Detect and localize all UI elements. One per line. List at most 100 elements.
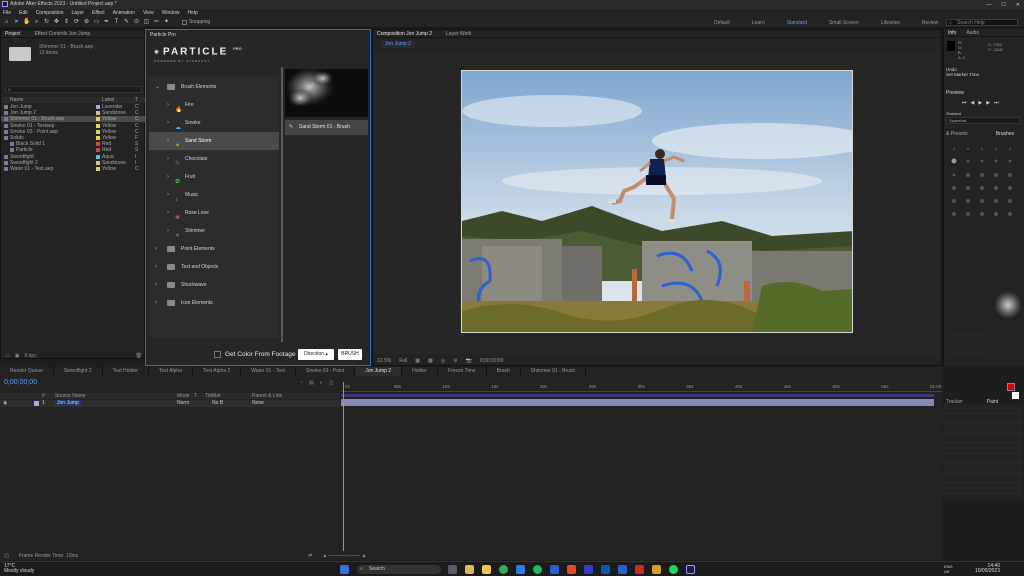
brush-preview-thumbnail[interactable] bbox=[285, 69, 368, 117]
label-swatch[interactable] bbox=[96, 154, 100, 159]
file-explorer-icon[interactable] bbox=[465, 565, 474, 574]
tree-category[interactable]: › Shockwave bbox=[149, 276, 279, 294]
project-item-row[interactable]: Smoke 01 - Textaep Yellow C bbox=[1, 123, 146, 129]
chrome-icon[interactable] bbox=[499, 565, 508, 574]
dolly-tool-icon[interactable]: ⇕ bbox=[63, 19, 70, 26]
column-name[interactable]: Name bbox=[10, 97, 23, 103]
chevron-right-icon[interactable]: › bbox=[167, 222, 169, 240]
anchor-tool-icon[interactable]: ⊕ bbox=[83, 19, 90, 26]
tab-project[interactable]: Project bbox=[5, 31, 21, 37]
brush-tips-grid[interactable] bbox=[950, 145, 1020, 235]
store-icon[interactable] bbox=[550, 565, 559, 574]
tab-layer[interactable]: Layer Work bbox=[446, 31, 471, 37]
layer-duration-bar[interactable] bbox=[341, 399, 934, 406]
workspace-learn[interactable]: Learn bbox=[752, 20, 765, 26]
tab-info[interactable]: Info bbox=[948, 30, 956, 36]
chevron-down-icon[interactable]: ⌄ bbox=[155, 78, 160, 96]
chevron-right-icon[interactable]: › bbox=[167, 168, 169, 186]
direction-dropdown[interactable]: Direction ▴ bbox=[298, 349, 334, 360]
transparency-icon[interactable]: ▩ bbox=[428, 358, 433, 364]
tab-particle-pro[interactable]: Particle Pro bbox=[150, 32, 176, 38]
project-item-row[interactable]: Swordfight 2 Sandstone I bbox=[1, 160, 146, 166]
snapping-checkbox[interactable] bbox=[182, 19, 187, 25]
tree-category[interactable]: ⌄ Brush Elements bbox=[149, 78, 279, 96]
current-time-indicator[interactable] bbox=[343, 382, 344, 551]
type-tool-icon[interactable]: T bbox=[113, 19, 120, 26]
project-item-row[interactable]: Water 01 - Text.aep Yellow C bbox=[1, 166, 146, 172]
chevron-right-icon[interactable]: › bbox=[155, 240, 157, 258]
column-type[interactable]: T bbox=[135, 97, 138, 103]
layer-mode[interactable]: Norm bbox=[177, 400, 189, 406]
brush-tool-icon[interactable]: ✎ bbox=[123, 19, 130, 26]
workspace-review[interactable]: Review bbox=[922, 20, 938, 26]
timeline-tab[interactable]: Swordfight 2 bbox=[54, 367, 103, 376]
folder-icon[interactable] bbox=[482, 565, 491, 574]
get-color-checkbox[interactable] bbox=[214, 351, 221, 358]
chevron-right-icon[interactable]: › bbox=[167, 204, 169, 222]
brush-button[interactable]: BRUSH bbox=[338, 349, 362, 360]
column-t[interactable]: T bbox=[194, 393, 197, 399]
app-icon[interactable] bbox=[567, 565, 576, 574]
menu-composition[interactable]: Composition bbox=[36, 10, 64, 16]
timeline-tab[interactable]: Holder bbox=[402, 367, 438, 376]
acrobat-icon[interactable] bbox=[635, 565, 644, 574]
column-parent[interactable]: Parent & Link bbox=[252, 393, 282, 399]
comp-timecode[interactable]: 0;00;00;00 bbox=[480, 358, 504, 364]
roto-tool-icon[interactable]: ✂ bbox=[153, 19, 160, 26]
tree-element[interactable]: › ☁ Smoke bbox=[149, 114, 279, 132]
minimize-button[interactable]: — bbox=[986, 2, 991, 8]
snapshot-icon[interactable]: 📷 bbox=[466, 358, 472, 364]
menu-file[interactable]: File bbox=[3, 10, 11, 16]
menu-window[interactable]: Window bbox=[162, 10, 180, 16]
tab-effects-presets[interactable]: & Presets bbox=[946, 131, 968, 137]
spotify-icon[interactable] bbox=[533, 565, 542, 574]
close-button[interactable]: ✕ bbox=[1016, 2, 1020, 8]
menu-effect[interactable]: Effect bbox=[92, 10, 105, 16]
tree-element[interactable]: › ✦ Sand Storm bbox=[149, 132, 279, 150]
app2-icon[interactable] bbox=[652, 565, 661, 574]
timeline-track-area[interactable]: 0s 05s 10s 15s 20s 25s 30s 35s 40s 45s 50s 55s 01:00 bbox=[341, 376, 942, 551]
after-effects-taskbar-icon[interactable] bbox=[686, 565, 695, 574]
trash-icon[interactable]: 🗑 bbox=[136, 353, 142, 359]
shape-tool-icon[interactable]: ▭ bbox=[93, 19, 100, 26]
selection-tool-icon[interactable]: ➤ bbox=[13, 19, 20, 26]
label-swatch[interactable] bbox=[96, 123, 100, 128]
project-item-row[interactable]: Smoke 03 - Point.aep Yellow C bbox=[1, 129, 146, 135]
tab-effect-controls[interactable]: Effect Controls Jon Jump bbox=[35, 31, 91, 37]
tab-brushes[interactable]: Brushes bbox=[996, 131, 1014, 137]
pen-tool-icon[interactable]: ✒ bbox=[103, 19, 110, 26]
mask-icon[interactable]: ◎ bbox=[441, 358, 445, 364]
tree-element[interactable]: › ♪ Music bbox=[149, 186, 279, 204]
tab-composition[interactable]: Composition Jon Jump 2 bbox=[377, 31, 432, 37]
chevron-right-icon[interactable]: › bbox=[167, 150, 169, 168]
workspace-default[interactable]: Default bbox=[714, 20, 730, 26]
layer-trkmat[interactable]: No B bbox=[212, 400, 223, 406]
timeline-tab[interactable]: Smoke 03 - Point bbox=[296, 367, 356, 376]
first-frame-icon[interactable]: ⏮ bbox=[962, 100, 967, 106]
timeline-tab[interactable]: Text Holder bbox=[103, 367, 149, 376]
label-swatch[interactable] bbox=[96, 148, 100, 153]
workspace-small-screen[interactable]: Small Screen bbox=[829, 20, 859, 26]
zoom-dropdown[interactable]: 12.5% bbox=[377, 358, 391, 364]
home-icon[interactable]: ⌂ bbox=[3, 19, 10, 26]
play-icon[interactable]: ▶ bbox=[978, 100, 982, 106]
render-icon[interactable]: ◫ bbox=[4, 553, 9, 559]
bit-depth-label[interactable]: 8 bpc bbox=[24, 353, 36, 359]
timeline-tab[interactable]: Text Alpha bbox=[149, 367, 193, 376]
project-item-row[interactable]: Jon Jump Lavender C bbox=[1, 104, 146, 110]
project-item-row[interactable]: Jon Jump 2 Sandstone C bbox=[1, 110, 146, 116]
outlook-icon[interactable] bbox=[601, 565, 610, 574]
menu-layer[interactable]: Layer bbox=[71, 10, 84, 16]
project-item-row[interactable]: Swordfight Aqua I bbox=[1, 154, 146, 160]
project-item-row[interactable]: Black Solid 1 Red S bbox=[1, 141, 146, 147]
chevron-right-icon[interactable]: › bbox=[167, 186, 169, 204]
zoom-tool-icon[interactable]: ⌕ bbox=[33, 19, 40, 26]
comp-breadcrumb[interactable]: Jon Jump 2 bbox=[381, 41, 415, 48]
chevron-right-icon[interactable]: › bbox=[167, 114, 169, 132]
column-trkmat[interactable]: TrkMat bbox=[205, 393, 220, 399]
shortcut-dropdown[interactable]: Spacebar bbox=[946, 117, 1021, 124]
clone-tool-icon[interactable]: ⊙ bbox=[133, 19, 140, 26]
composition-viewer[interactable] bbox=[373, 52, 941, 354]
time-ruler[interactable]: 0s 05s 10s 15s 20s 25s 30s 35s 40s 45s 50s 55s 01:00 bbox=[341, 382, 942, 392]
region-icon[interactable]: ▦ bbox=[415, 358, 420, 364]
